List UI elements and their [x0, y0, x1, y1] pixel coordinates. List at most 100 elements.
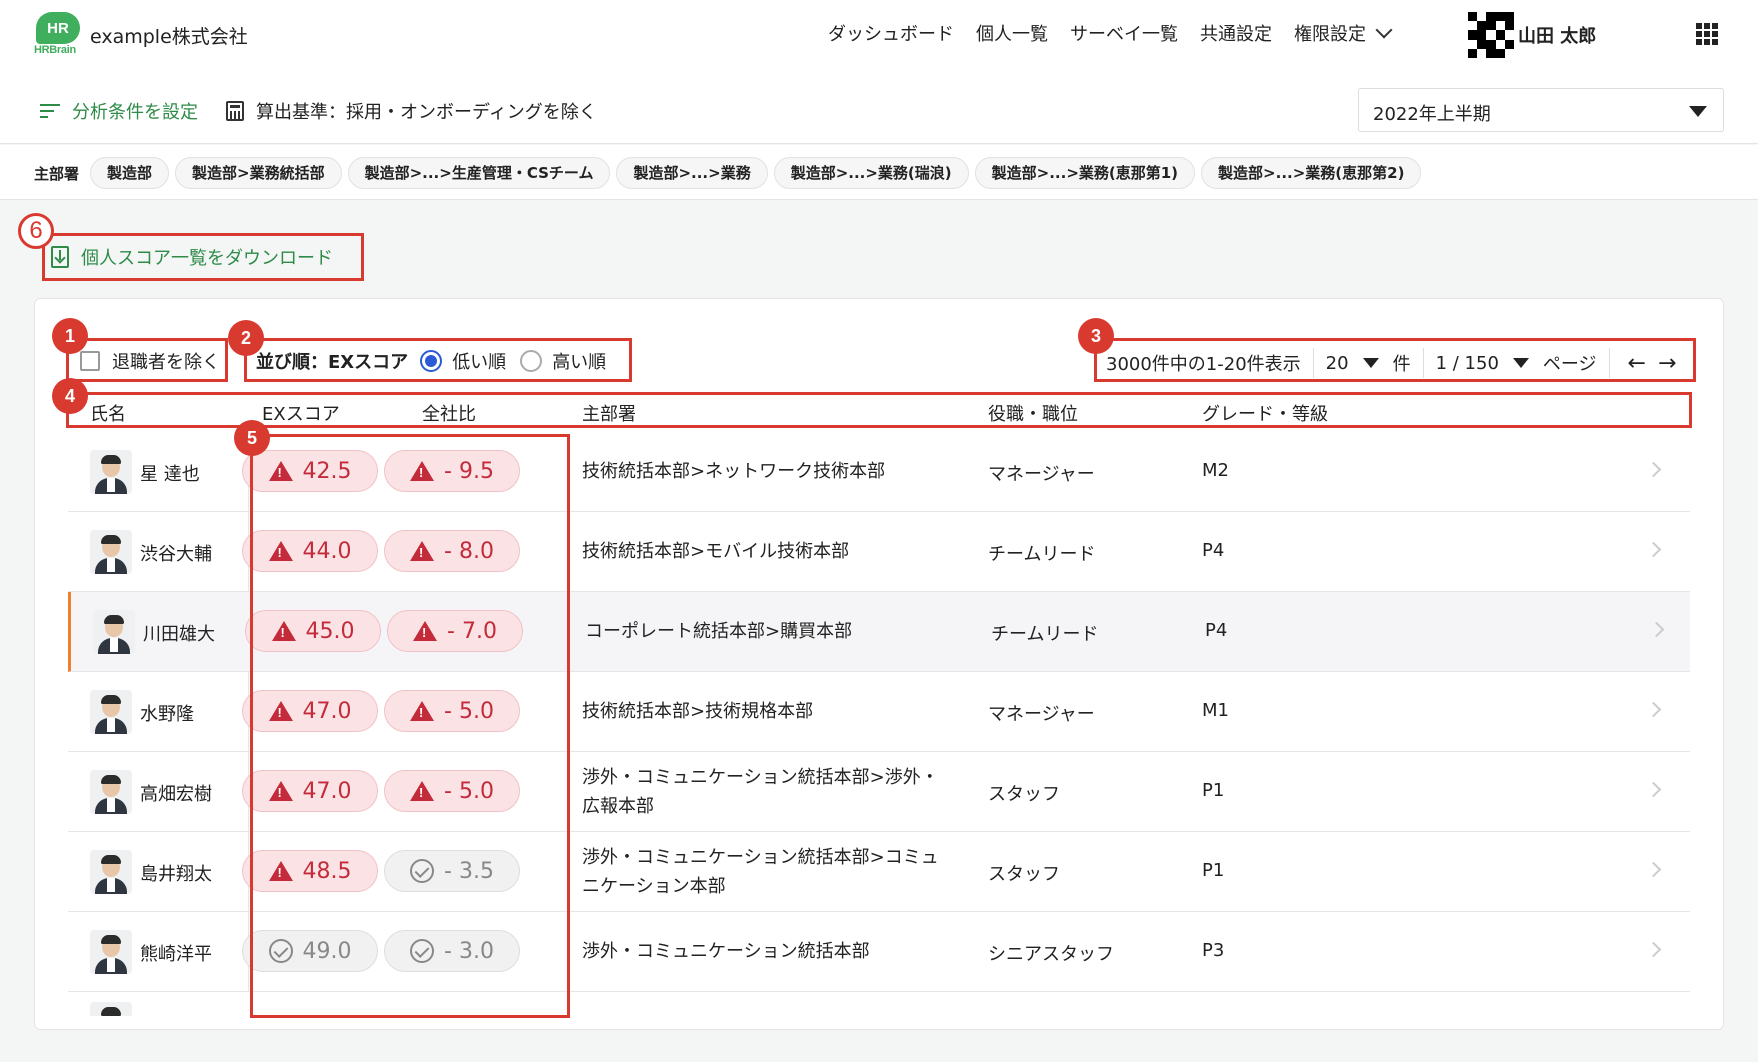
ex-score-pill: 48.5 [242, 850, 378, 892]
employee-position: マネージャー [988, 704, 1095, 725]
chevron-right-icon[interactable] [1645, 701, 1662, 718]
company-diff-pill: - 5.0 [384, 770, 520, 812]
hrbrain-logo[interactable]: HR HRBrain [34, 12, 82, 58]
ex-score-value: 49.0 [302, 938, 352, 964]
warning-icon [268, 541, 293, 561]
nav-permission-settings[interactable]: 権限設定 [1294, 20, 1393, 46]
ex-score-value: 44.0 [302, 538, 352, 564]
employee-grade: P3 [1202, 940, 1225, 961]
period-select[interactable]: 2022年上半期 [1358, 88, 1724, 132]
table-row[interactable] [68, 992, 1690, 1016]
warning-icon [410, 461, 435, 481]
col-department[interactable]: 主部署 [582, 400, 636, 426]
employee-name: 渋谷大輔 [140, 544, 212, 565]
employee-name: 島井翔太 [140, 864, 212, 885]
analysis-conditions-button[interactable]: 分析条件を設定 [40, 98, 198, 124]
col-name[interactable]: 氏名 [90, 400, 126, 426]
col-grade[interactable]: グレード・等級 [1202, 400, 1328, 426]
sort-low-radio[interactable] [420, 350, 443, 372]
department-chip[interactable]: 製造部 [90, 157, 170, 189]
department-chip[interactable]: 製造部>...>業務(瑞浪) [773, 157, 969, 189]
department-chip[interactable]: 製造部>...>業務 [616, 157, 768, 189]
department-chip[interactable]: 製造部>...>生産管理・CSチーム [347, 157, 611, 189]
user-menu[interactable]: 山田 太郎 [1468, 12, 1596, 58]
col-company-diff[interactable]: 全社比 [422, 400, 476, 426]
department-label: 主部署 [34, 165, 80, 183]
employee-photo [90, 770, 132, 814]
next-page-arrow-icon[interactable]: → [1658, 351, 1676, 376]
sort-high-radio[interactable] [520, 350, 543, 372]
nav-dashboard[interactable]: ダッシュボード [828, 20, 954, 46]
check-circle-icon [268, 939, 293, 963]
check-circle-icon [410, 939, 435, 963]
employee-name: 水野隆 [140, 704, 194, 725]
ex-score-pill: 45.0 [245, 610, 381, 652]
nav-common-settings[interactable]: 共通設定 [1200, 20, 1272, 46]
nav-surveys[interactable]: サーベイ一覧 [1070, 20, 1178, 46]
sort-high-label[interactable]: 高い順 [552, 348, 606, 374]
per-page-select[interactable]: 20 [1326, 353, 1393, 374]
nav-individuals[interactable]: 個人一覧 [976, 20, 1048, 46]
pagination: 3000件中の1-20件表示 20 件 1 / 150 ページ ← → [1106, 348, 1682, 378]
table-row[interactable]: 島井翔太 48.5 - 3.5 渉外・コミュニケーション統括本部>コミュニケーシ… [68, 832, 1690, 912]
table-row[interactable]: 星 達也 42.5 - 9.5 技術統括本部>ネットワーク技術本部 マネージャー… [68, 432, 1690, 512]
employee-department: 技術統括本部>モバイル技術本部 [582, 541, 850, 562]
table-row[interactable]: 川田雄大 45.0 - 7.0 コーポレート統括本部>購買本部 チームリード P… [68, 592, 1690, 672]
page-select[interactable]: 1 / 150 [1436, 353, 1543, 374]
period-value: 2022年上半期 [1373, 104, 1491, 125]
company-diff-value: - 9.5 [444, 458, 494, 484]
calculation-basis-text: 算出基準：採用・オンボーディングを除く [256, 102, 597, 123]
divider [1608, 348, 1610, 378]
annotation-badge-5: 5 [234, 420, 270, 456]
company-diff-pill: - 5.0 [384, 690, 520, 732]
employee-department: コーポレート統括本部>購買本部 [585, 621, 853, 642]
divider [1422, 348, 1424, 378]
employee-photo [90, 450, 132, 494]
department-chip[interactable]: 製造部>...>業務(恵那第2) [1201, 157, 1422, 189]
chevron-right-icon[interactable] [1645, 461, 1662, 478]
per-page-unit: 件 [1392, 354, 1411, 375]
department-chip[interactable]: 製造部>...>業務(恵那第1) [974, 157, 1196, 189]
table-header: 氏名 EXスコア 全社比 主部署 役職・職位 グレード・等級 [68, 398, 1688, 428]
chevron-right-icon[interactable] [1645, 941, 1662, 958]
download-scores-label: 個人スコア一覧をダウンロード [81, 248, 333, 269]
employee-department: 渉外・コミュニケーション統括本部>渉外・広報本部 [582, 767, 939, 817]
ex-score-value: 45.0 [305, 618, 355, 644]
divider [1312, 348, 1314, 378]
employee-photo [90, 530, 132, 574]
ex-score-pill: 47.0 [242, 690, 378, 732]
warning-icon [410, 781, 435, 801]
employee-photo [90, 850, 132, 894]
download-scores-button[interactable]: 個人スコア一覧をダウンロード [42, 233, 364, 281]
table-row[interactable]: 高畑宏樹 47.0 - 5.0 渉外・コミュニケーション統括本部>渉外・広報本部… [68, 752, 1690, 832]
warning-icon [410, 701, 435, 721]
employee-grade: P4 [1202, 540, 1225, 561]
table-row[interactable]: 水野隆 47.0 - 5.0 技術統括本部>技術規格本部 マネージャー M1 [68, 672, 1690, 752]
col-position[interactable]: 役職・職位 [988, 400, 1078, 426]
chevron-right-icon[interactable] [1645, 541, 1662, 558]
employee-department: 技術統括本部>技術規格本部 [582, 701, 814, 722]
ex-score-value: 48.5 [302, 858, 352, 884]
app-grid-icon[interactable] [1696, 23, 1718, 45]
chevron-right-icon[interactable] [1648, 621, 1665, 638]
exclude-retired-checkbox[interactable] [80, 351, 100, 371]
warning-icon [271, 621, 296, 641]
prev-page-arrow-icon[interactable]: ← [1628, 351, 1646, 376]
employee-grade: P1 [1202, 860, 1225, 881]
sort-low-label[interactable]: 低い順 [452, 348, 506, 374]
company-diff-value: - 8.0 [444, 538, 494, 564]
exclude-retired-toggle[interactable]: 退職者を除く [80, 348, 220, 374]
chevron-right-icon[interactable] [1645, 861, 1662, 878]
dropdown-arrow-icon [1362, 358, 1379, 368]
warning-icon [268, 781, 293, 801]
company-name: example株式会社 [90, 26, 248, 48]
table-row[interactable]: 渋谷大輔 44.0 - 8.0 技術統括本部>モバイル技術本部 チームリード P… [68, 512, 1690, 592]
per-page-value: 20 [1325, 352, 1349, 374]
chevron-right-icon[interactable] [1645, 781, 1662, 798]
department-chip[interactable]: 製造部>業務統括部 [175, 157, 342, 189]
ex-score-pill: 47.0 [242, 770, 378, 812]
ex-score-pill: 42.5 [242, 450, 378, 492]
warning-icon [268, 861, 293, 881]
col-ex-score[interactable]: EXスコア [262, 400, 340, 426]
table-row[interactable]: 熊崎洋平 49.0 - 3.0 渉外・コミュニケーション統括本部 シニアスタッフ… [68, 912, 1690, 992]
